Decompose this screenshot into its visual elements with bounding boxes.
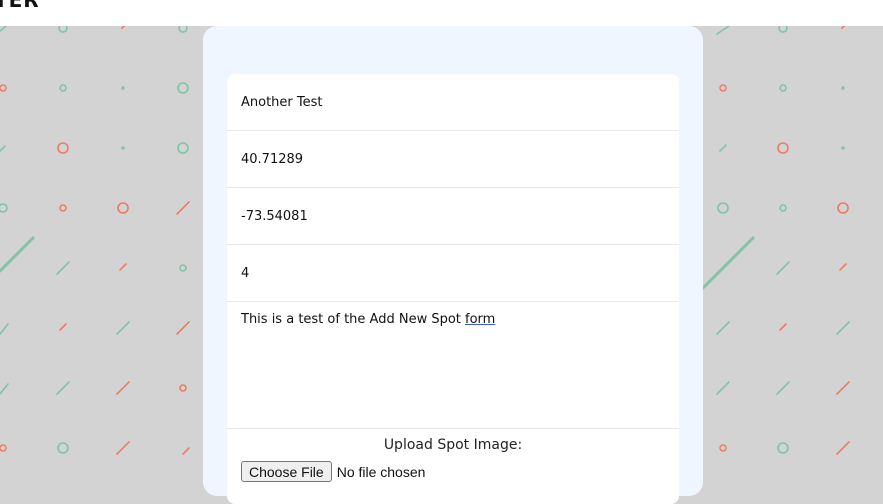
longitude-field-row (227, 188, 679, 245)
add-spot-form: This is a test of the Add New Spot form … (227, 74, 679, 504)
add-spot-card: This is a test of the Add New Spot form … (203, 26, 703, 504)
latitude-input[interactable] (241, 151, 661, 167)
description-textarea[interactable]: This is a test of the Add New Spot form (227, 302, 679, 429)
description-text: This is a test of the Add New Spot (241, 312, 466, 327)
description-spellcheck-word: form (465, 312, 496, 327)
latitude-field-row (227, 131, 679, 188)
site-logo-text[interactable]: TER (0, 0, 40, 12)
longitude-input[interactable] (241, 208, 661, 224)
upload-label: Upload Spot Image: (383, 437, 523, 453)
top-navbar: TER (0, 0, 883, 26)
rating-field-row (227, 245, 679, 302)
rating-input[interactable] (241, 265, 661, 281)
image-upload-section: Upload Spot Image: Choose File No file c… (227, 429, 679, 482)
no-file-chosen-text: No file chosen (336, 463, 426, 480)
spot-name-input[interactable] (241, 94, 661, 110)
name-field-row (227, 74, 679, 131)
